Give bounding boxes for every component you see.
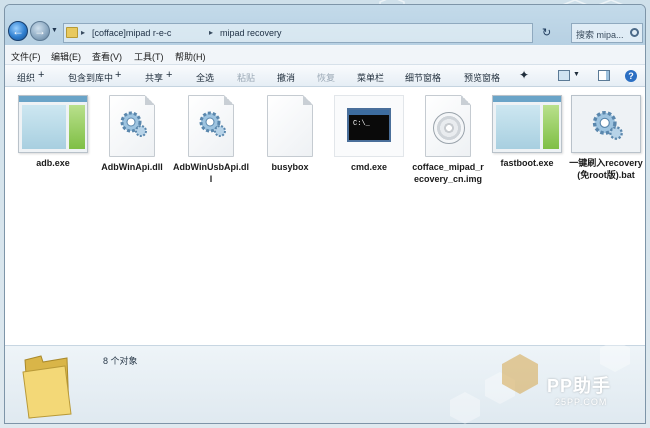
exe-window-icon [18,95,88,153]
exe-window-icon [492,95,562,153]
folder-icon [66,27,78,38]
watermark-site: 25PP.COM [555,397,608,407]
address-path[interactable]: ▸ [cofface]mipad r-e-c ▸ mipad recovery [63,23,533,43]
file-name: AdbWinUsbApi.dll [173,162,249,184]
file-name: adb.exe [36,158,70,168]
organize-button[interactable]: 组织 [17,71,35,84]
file-item[interactable]: adb.exe [15,95,91,169]
preview-pane-icon[interactable] [598,70,610,81]
menubar-button[interactable]: 菜单栏 [357,71,384,84]
menu-help[interactable]: 帮助(H) [175,50,206,63]
plus-icon: + [166,69,173,81]
dll-gear-icon [109,95,155,157]
history-dropdown-icon[interactable]: ▼ [51,27,58,34]
file-item[interactable]: AdbWinApi.dll [94,95,170,173]
file-name: cmd.exe [350,162,388,172]
batch-gear-icon [571,95,641,153]
address-bar: ← → ▼ ▸ [cofface]mipad r-e-c ▸ mipad rec… [5,5,645,45]
plus-icon: + [38,69,45,81]
watermark-hex-pattern [450,340,630,424]
disc-image-icon [425,95,471,157]
include-library-button[interactable]: 包含到库中 [68,71,113,84]
file-item[interactable]: busybox [252,95,328,173]
file-name: fastboot.exe [500,158,554,168]
chevron-down-icon[interactable]: ▼ [573,71,580,78]
preview-pane-button[interactable]: 预览窗格 [464,71,500,84]
cmd-window-icon: C:\_ [334,95,404,157]
menu-file[interactable]: 文件(F) [11,50,41,63]
item-count: 8 个对象 [103,356,138,366]
file-item[interactable]: cofface_mipad_recovery_cn.img [410,95,486,185]
menu-edit[interactable]: 编辑(E) [51,50,81,63]
file-item[interactable]: C:\_ cmd.exe [331,95,407,173]
file-item[interactable]: fastboot.exe [489,95,565,169]
menu-bar: 文件(F) 编辑(E) 查看(V) 工具(T) 帮助(H) [5,46,645,65]
blank-file-icon [267,95,313,157]
file-item[interactable]: 一键刷入recovery(免root版).bat [568,95,644,181]
change-view-icon[interactable] [558,70,570,81]
dll-gear-icon [188,95,234,157]
forward-button[interactable]: → [30,21,50,41]
watermark-logo: PP助手 [547,376,612,396]
file-list: adb.exe AdbWinApi.dll AdbWinUsbApi.dll b… [5,87,645,345]
select-all-button[interactable]: 全选 [196,71,214,84]
menu-tools[interactable]: 工具(T) [134,50,164,63]
search-icon[interactable] [630,28,639,37]
help-icon[interactable]: ? [625,70,637,82]
paste-button[interactable]: 粘贴 [237,71,255,84]
file-item[interactable]: AdbWinUsbApi.dll [173,95,249,185]
redo-button[interactable]: 恢复 [317,71,335,84]
plus-icon: + [115,69,122,81]
command-toolbar: 组织 + 包含到库中 + 共享 + 全选 粘贴 撤消 恢复 菜单栏 细节窗格 预… [5,65,645,87]
share-button[interactable]: 共享 [145,71,163,84]
properties-icon[interactable]: ✦ [519,68,529,82]
file-name: busybox [271,162,309,172]
search-placeholder: 搜索 mipa... [576,30,624,40]
breadcrumb-parent[interactable]: [cofface]mipad r-e-c [92,28,171,38]
chevron-right-icon[interactable]: ▸ [209,28,213,37]
back-button[interactable]: ← [8,21,28,41]
file-name: cofface_mipad_recovery_cn.img [412,162,484,184]
file-name: 一键刷入recovery(免root版).bat [569,158,643,180]
file-name: AdbWinApi.dll [101,162,163,172]
details-pane-button[interactable]: 细节窗格 [405,71,441,84]
folder-icon [22,355,72,419]
menu-view[interactable]: 查看(V) [92,50,122,63]
chevron-right-icon[interactable]: ▸ [81,28,85,37]
refresh-icon[interactable]: ↻ [542,26,551,39]
undo-button[interactable]: 撤消 [277,71,295,84]
breadcrumb-current[interactable]: mipad recovery [220,28,282,38]
search-input[interactable]: 搜索 mipa... [571,23,643,43]
